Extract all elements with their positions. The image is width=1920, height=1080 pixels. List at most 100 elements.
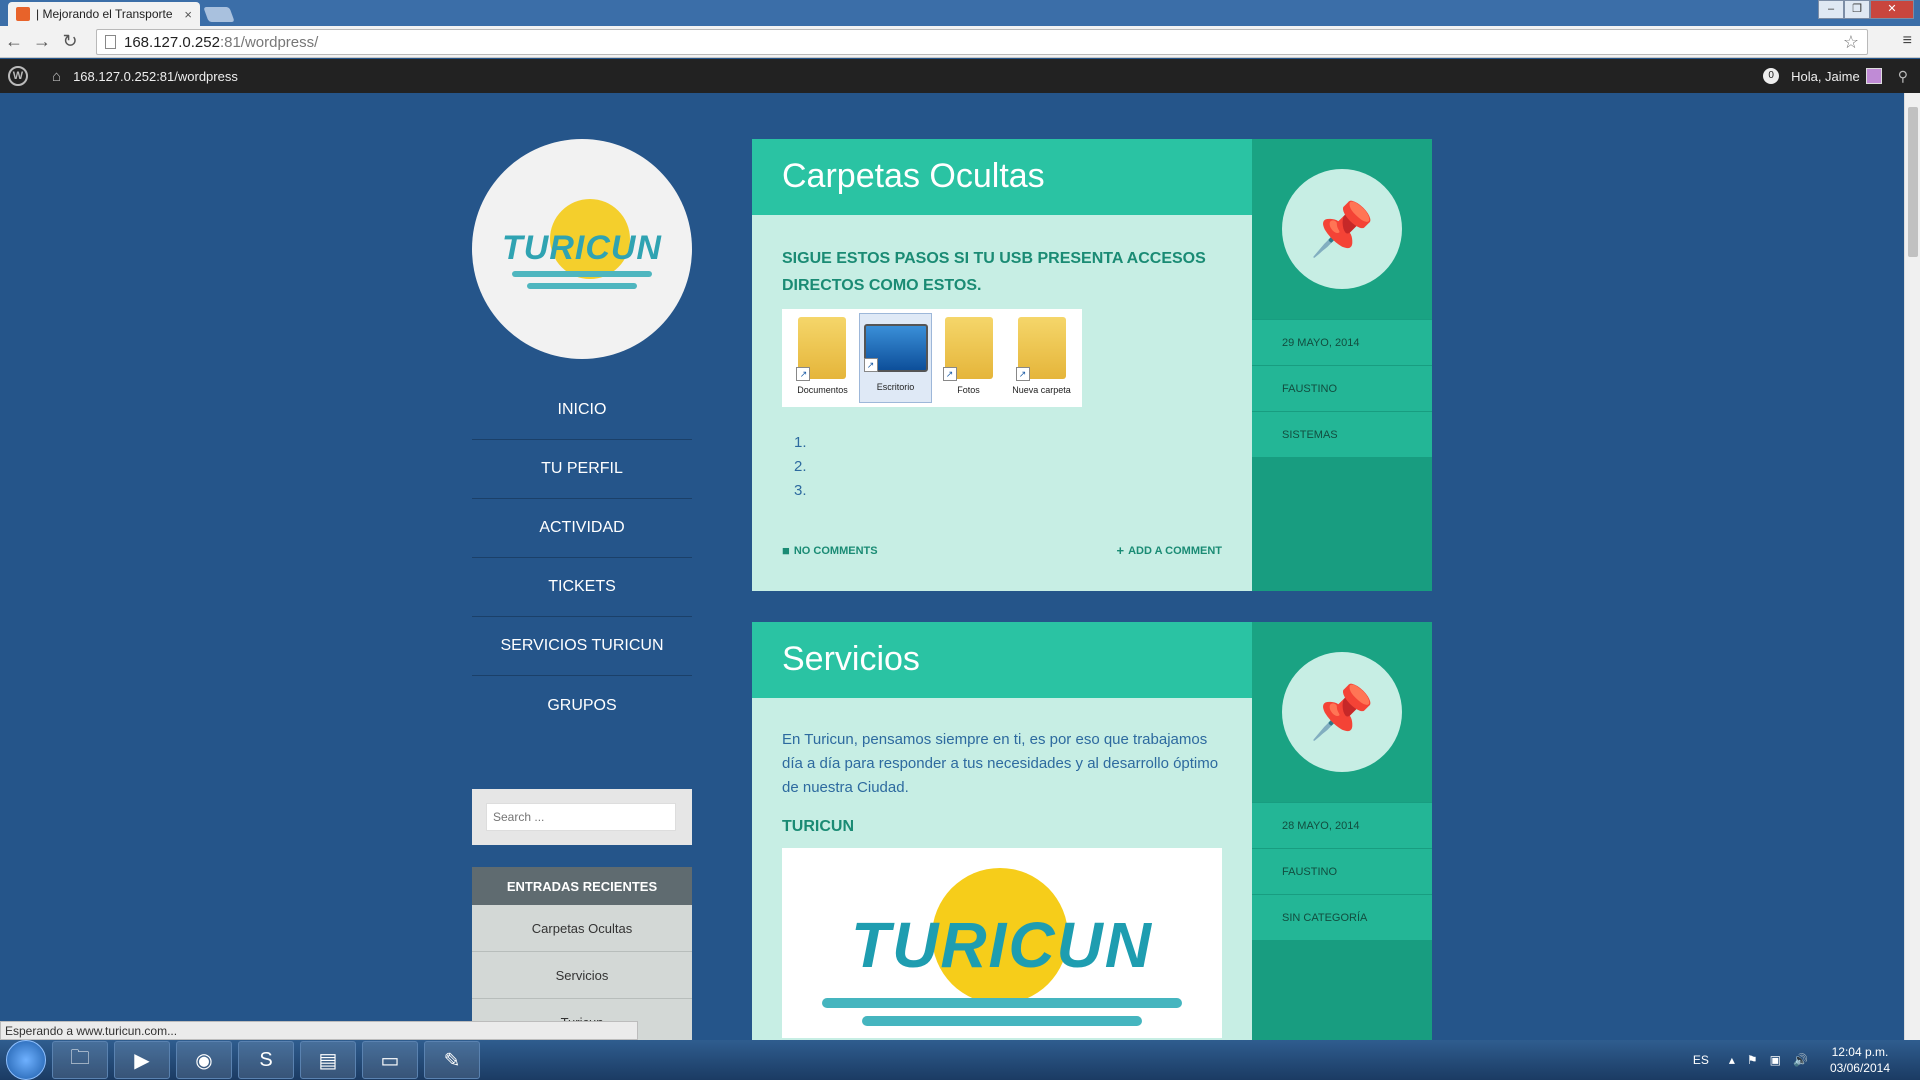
post-main: Servicios En Turicun, pensamos siempre e… bbox=[752, 622, 1252, 1040]
add-comment-label: ADD A COMMENT bbox=[1128, 544, 1222, 557]
post-title[interactable]: Carpetas Ocultas bbox=[752, 139, 1252, 215]
system-tray: ES ▴ ⚑ ▣ 🔊 12:04 p.m. 03/06/2014 bbox=[1693, 1040, 1890, 1080]
comments-count-badge[interactable]: 0 bbox=[1763, 68, 1780, 84]
plus-icon: + bbox=[1116, 543, 1125, 558]
close-window-button[interactable]: ✕ bbox=[1870, 0, 1914, 19]
folder-label: Nueva carpeta bbox=[1012, 385, 1071, 395]
paint-taskbar-icon[interactable]: ✎ bbox=[424, 1041, 480, 1079]
language-indicator[interactable]: ES bbox=[1693, 1053, 1709, 1067]
post-body: SIGUE ESTOS PASOS SI TU USB PRESENTA ACC… bbox=[752, 215, 1252, 588]
recent-post-link[interactable]: Servicios bbox=[472, 952, 692, 999]
comments-link[interactable]: ■ NO COMMENTS bbox=[782, 543, 878, 558]
nav-item-inicio[interactable]: INICIO bbox=[472, 381, 692, 440]
pin-area: 📌 bbox=[1252, 622, 1432, 802]
browser-toolbar: ← → ↻ 168.127.0.252:81/wordpress/ ☆ ≡ bbox=[0, 26, 1920, 58]
logo-wave-icon bbox=[512, 271, 652, 277]
list-item: 3. bbox=[794, 482, 807, 499]
explorer-taskbar-icon[interactable]: 🗀 bbox=[52, 1041, 108, 1079]
new-tab-button[interactable] bbox=[203, 7, 235, 22]
action-center-flag-icon[interactable]: ⚑ bbox=[1747, 1053, 1758, 1067]
tab-close-button[interactable]: × bbox=[184, 7, 192, 22]
recent-posts-widget: ENTRADAS RECIENTES Carpetas Ocultas Serv… bbox=[472, 867, 692, 1040]
post-author[interactable]: FAUSTINO bbox=[1252, 365, 1432, 411]
logo-text: TURICUN bbox=[851, 909, 1153, 981]
wordpress-logo-icon[interactable]: W bbox=[8, 66, 28, 86]
folder-item: ↗ Nueva carpeta bbox=[1005, 313, 1078, 403]
tab-title: | Mejorando el Transporte bbox=[36, 7, 173, 21]
folder-label: Escritorio bbox=[876, 382, 915, 392]
folder-icon: ↗ bbox=[796, 317, 847, 381]
sublime-taskbar-icon[interactable]: S bbox=[238, 1041, 294, 1079]
post-category[interactable]: SISTEMAS bbox=[1252, 411, 1432, 457]
post-body: En Turicun, pensamos siempre en ti, es p… bbox=[752, 698, 1252, 1038]
turicun-logo-image: TURICUN bbox=[782, 848, 1222, 1038]
post-author[interactable]: FAUSTINO bbox=[1252, 848, 1432, 894]
avatar[interactable] bbox=[1865, 68, 1882, 84]
post-category[interactable]: SIN CATEGORÍA bbox=[1252, 894, 1432, 940]
logo-text: TURICUN bbox=[502, 229, 662, 267]
page-viewport: TURICUN INICIO TU PERFIL ACTIVIDAD TICKE… bbox=[0, 93, 1904, 1040]
shortcut-arrow-icon: ↗ bbox=[1015, 367, 1030, 381]
media-player-taskbar-icon[interactable]: ▶ bbox=[114, 1041, 170, 1079]
bookmark-star-icon[interactable]: ☆ bbox=[1843, 32, 1859, 53]
folder-label: Fotos bbox=[957, 385, 980, 395]
clock-date: 03/06/2014 bbox=[1829, 1061, 1890, 1075]
list-item: 1. bbox=[794, 434, 807, 451]
folder-item: ↗ Fotos bbox=[932, 313, 1005, 403]
reload-icon[interactable]: ↻ bbox=[56, 31, 84, 52]
browser-menu-icon[interactable]: ≡ bbox=[1903, 32, 1912, 50]
chrome-taskbar-icon[interactable]: ◉ bbox=[176, 1041, 232, 1079]
browser-titlebar: | Mejorando el Transporte × – ❐ ✕ bbox=[0, 0, 1920, 26]
shortcut-arrow-icon: ↗ bbox=[863, 358, 878, 372]
folders-image: ↗ Documentos ↗ Escritorio ↗ Fotos ↗ Nuev… bbox=[782, 309, 1082, 407]
remote-desktop-taskbar-icon[interactable]: ▭ bbox=[362, 1041, 418, 1079]
maximize-button[interactable]: ❐ bbox=[1844, 0, 1870, 19]
window-controls: – ❐ ✕ bbox=[1818, 0, 1914, 19]
shortcut-arrow-icon: ↗ bbox=[942, 367, 957, 381]
url-host: 168.127.0.252 bbox=[124, 33, 220, 51]
browser-tab[interactable]: | Mejorando el Transporte × bbox=[8, 2, 200, 26]
folder-icon: ↗ bbox=[942, 317, 993, 381]
post-date[interactable]: 28 MAYO, 2014 bbox=[1252, 802, 1432, 848]
search-icon[interactable]: ⚲ bbox=[1898, 68, 1908, 85]
clock[interactable]: 12:04 p.m. 03/06/2014 bbox=[1830, 1044, 1890, 1076]
network-icon[interactable]: ▣ bbox=[1770, 1053, 1781, 1067]
scrollbar-thumb[interactable] bbox=[1908, 107, 1918, 257]
page-scrollbar[interactable] bbox=[1904, 93, 1920, 1040]
show-hidden-icons-icon[interactable]: ▴ bbox=[1729, 1053, 1735, 1067]
volume-icon[interactable]: 🔊 bbox=[1793, 1053, 1808, 1067]
post-date[interactable]: 29 MAYO, 2014 bbox=[1252, 319, 1432, 365]
taskbar: 🗀 ▶ ◉ S ▤ ▭ ✎ ES ▴ ⚑ ▣ 🔊 12:04 p.m. 03/0… bbox=[0, 1040, 1920, 1080]
post-text: En Turicun, pensamos siempre en ti, es p… bbox=[782, 731, 1219, 796]
comment-bubble-icon: ■ bbox=[782, 543, 790, 558]
nav-item-servicios-turicun[interactable]: SERVICIOS TURICUN bbox=[472, 617, 692, 676]
search-input[interactable] bbox=[486, 803, 676, 831]
desktop-icon: ↗ bbox=[863, 324, 928, 372]
nav-item-tickets[interactable]: TICKETS bbox=[472, 558, 692, 617]
logo-wave-icon bbox=[527, 283, 637, 289]
nav-item-actividad[interactable]: ACTIVIDAD bbox=[472, 499, 692, 558]
address-bar[interactable]: 168.127.0.252:81/wordpress/ ☆ bbox=[96, 29, 1868, 55]
admin-site-link[interactable]: 168.127.0.252:81/wordpress bbox=[73, 69, 238, 84]
favicon-icon bbox=[16, 7, 30, 21]
nav-item-grupos[interactable]: GRUPOS bbox=[472, 676, 692, 735]
post-title[interactable]: Servicios bbox=[752, 622, 1252, 698]
add-comment-link[interactable]: + ADD A COMMENT bbox=[1117, 543, 1223, 558]
account-greeting[interactable]: Hola, Jaime bbox=[1791, 69, 1860, 84]
folder-icon: ↗ bbox=[1015, 317, 1066, 381]
start-button[interactable] bbox=[6, 1040, 46, 1080]
post-card: Servicios En Turicun, pensamos siempre e… bbox=[752, 622, 1432, 1040]
sticky-notes-taskbar-icon[interactable]: ▤ bbox=[300, 1041, 356, 1079]
ordered-list: 1. 2. 3. bbox=[782, 431, 1222, 503]
minimize-button[interactable]: – bbox=[1818, 0, 1844, 19]
folder-item: ↗ Escritorio bbox=[858, 313, 933, 403]
site-logo[interactable]: TURICUN bbox=[472, 139, 692, 359]
home-icon[interactable]: ⌂ bbox=[52, 68, 61, 85]
recent-post-link[interactable]: Carpetas Ocultas bbox=[472, 905, 692, 952]
recent-posts-heading: ENTRADAS RECIENTES bbox=[472, 867, 692, 905]
nav-item-tu-perfil[interactable]: TU PERFIL bbox=[472, 440, 692, 499]
forward-arrow-icon[interactable]: → bbox=[28, 31, 56, 52]
page-icon bbox=[105, 35, 116, 49]
back-arrow-icon[interactable]: ← bbox=[0, 31, 28, 52]
main-navigation: INICIO TU PERFIL ACTIVIDAD TICKETS SERVI… bbox=[472, 381, 692, 735]
